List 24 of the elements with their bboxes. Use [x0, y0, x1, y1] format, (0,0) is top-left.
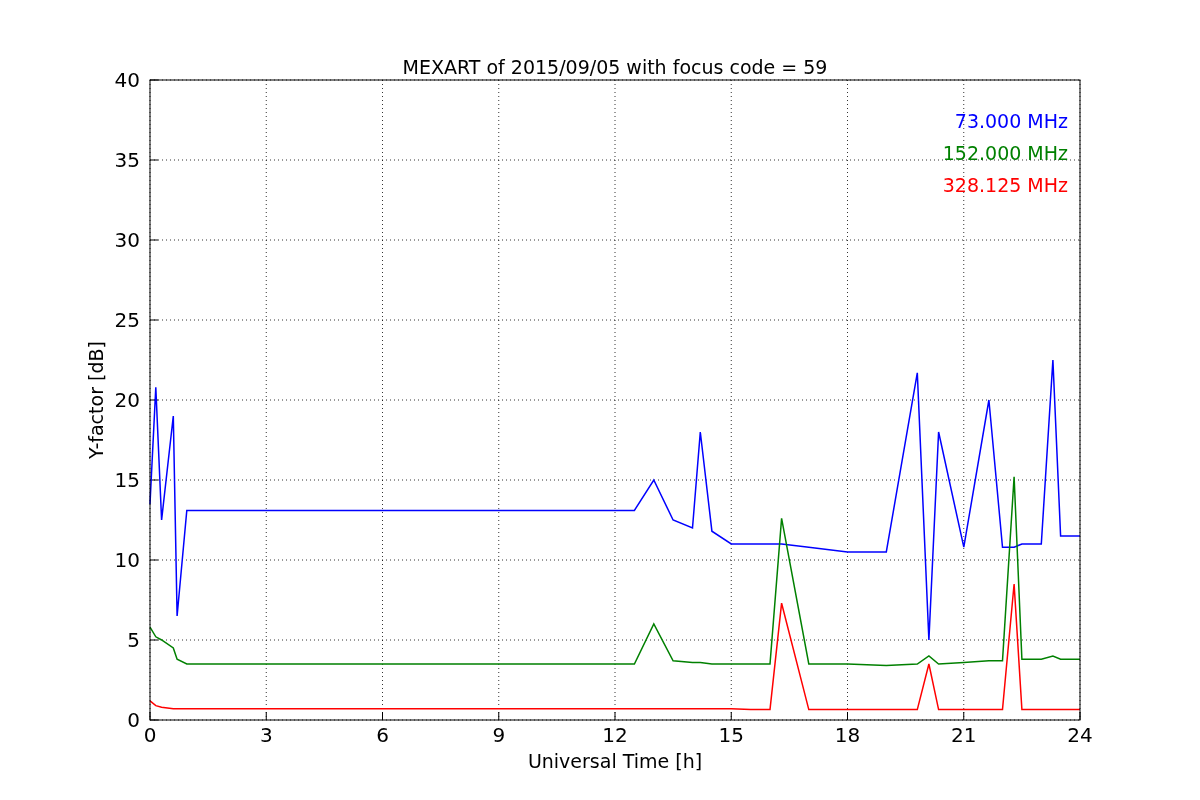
- tick-label: 0: [143, 723, 157, 747]
- chart-title: MEXART of 2015/09/05 with focus code = 59: [402, 56, 828, 78]
- legend-label: 328.125 MHz: [942, 174, 1068, 196]
- tick-label: 30: [114, 228, 140, 252]
- axis-label: Y-factor [dB]: [85, 341, 107, 459]
- tick-label: 20: [114, 388, 140, 412]
- legend-label: 152.000 MHz: [942, 142, 1068, 164]
- axis-label: Universal Time [h]: [527, 750, 703, 772]
- tick-label: 10: [114, 548, 140, 572]
- tick-label: 35: [114, 148, 140, 172]
- tick-label: 21: [951, 723, 977, 747]
- tick-label: 6: [376, 723, 389, 747]
- legend-label: 73.000 MHz: [954, 110, 1068, 132]
- tick-label: 3: [259, 723, 273, 747]
- tick-label: 40: [114, 68, 140, 92]
- tick-label: 0: [127, 708, 140, 732]
- tick-label: 24: [1067, 723, 1093, 747]
- tick-label: 15: [718, 723, 744, 747]
- tick-label: 18: [834, 723, 861, 747]
- tick-label: 15: [114, 468, 140, 492]
- tick-label: 12: [602, 723, 628, 747]
- tick-label: 5: [127, 628, 140, 652]
- tick-label: 25: [114, 308, 140, 332]
- tick-label: 9: [492, 723, 506, 747]
